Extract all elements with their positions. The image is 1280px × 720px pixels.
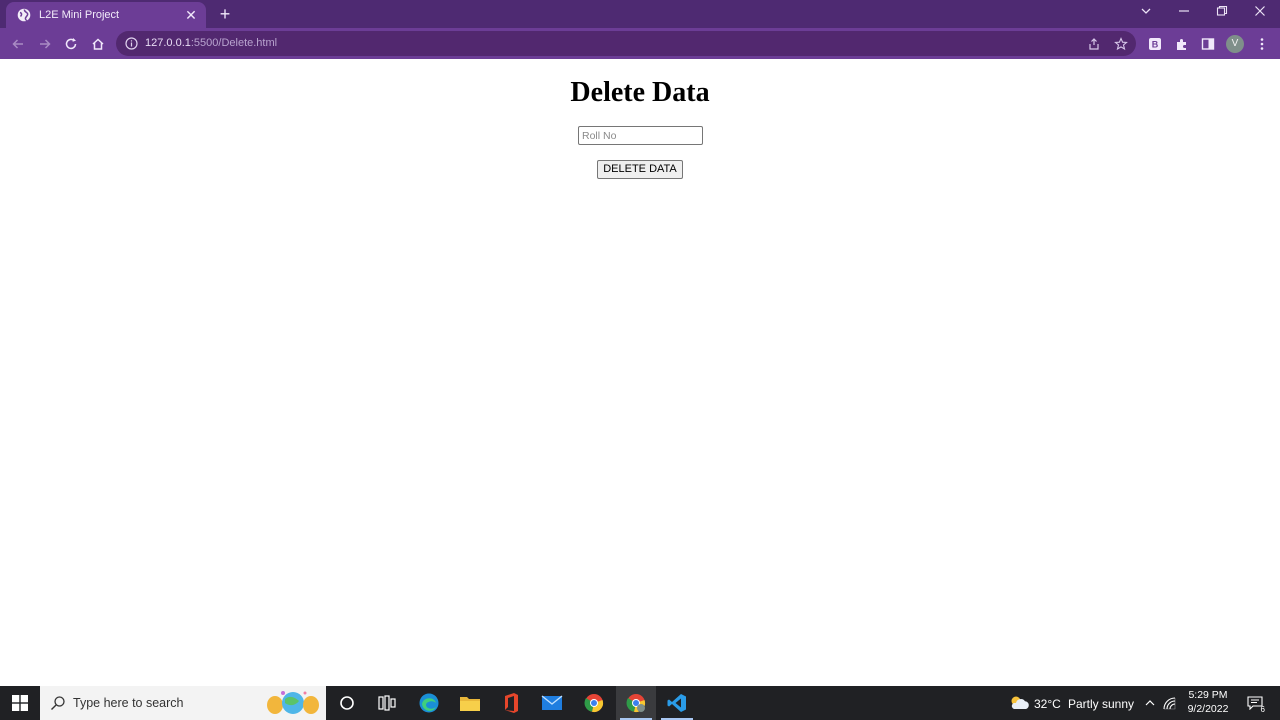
partly-sunny-weather-icon[interactable] — [1008, 695, 1030, 711]
clock-time: 5:29 PM — [1188, 689, 1228, 701]
kebab-menu-icon[interactable] — [1252, 34, 1272, 54]
vscode-icon[interactable] — [657, 686, 697, 720]
extension-b-icon[interactable]: B — [1145, 34, 1165, 54]
restore-icon[interactable] — [1210, 4, 1234, 22]
forward-icon[interactable] — [35, 34, 55, 54]
cortana-icon[interactable] — [327, 686, 367, 720]
page-title: Delete Data — [570, 77, 710, 108]
network-icon[interactable] — [1162, 695, 1178, 711]
edge-icon[interactable] — [409, 686, 449, 720]
office-icon[interactable] — [491, 686, 531, 720]
url-text: 127.0.0.1:5500/Delete.html — [145, 36, 277, 51]
info-icon[interactable] — [125, 37, 138, 50]
reload-icon[interactable] — [61, 34, 81, 54]
home-icon[interactable] — [88, 34, 108, 54]
chevron-up-icon[interactable] — [1142, 695, 1158, 711]
profile-initial: V — [1226, 35, 1244, 53]
weather-temperature[interactable]: 32°C — [1034, 697, 1061, 711]
url-host: 127.0.0.1 — [145, 37, 191, 49]
search-highlight-illustration-icon — [267, 691, 319, 714]
profile-avatar[interactable]: V — [1225, 34, 1245, 54]
mail-icon[interactable] — [532, 686, 572, 720]
url-path: :5500/Delete.html — [190, 37, 278, 49]
bookmark-star-icon[interactable] — [1113, 36, 1129, 52]
roll-no-input[interactable] — [578, 126, 703, 145]
notification-center-icon[interactable]: 6 — [1243, 686, 1267, 720]
browser-tab[interactable]: L2E Mini Project ✕ — [6, 2, 206, 28]
weather-description[interactable]: Partly sunny — [1068, 697, 1134, 711]
chrome-icon[interactable] — [574, 686, 614, 720]
windows-start-icon[interactable] — [0, 686, 40, 720]
page-viewport: Delete Data DELETE DATA — [0, 59, 1280, 686]
search-icon — [51, 696, 65, 710]
browser-toolbar: 127.0.0.1:5500/Delete.html B V — [0, 28, 1280, 59]
address-bar[interactable]: 127.0.0.1:5500/Delete.html — [116, 31, 1136, 56]
chrome-profile-icon[interactable] — [616, 686, 656, 720]
task-view-icon[interactable] — [367, 686, 407, 720]
taskbar-search-box[interactable]: Type here to search — [40, 686, 326, 720]
globe-icon — [17, 8, 31, 22]
clock-date: 9/2/2022 — [1187, 703, 1229, 715]
notification-count: 6 — [1260, 705, 1265, 714]
new-tab-icon[interactable]: + — [215, 4, 235, 24]
share-icon[interactable] — [1086, 36, 1102, 52]
svg-text:B: B — [1152, 40, 1159, 50]
delete-data-button[interactable]: DELETE DATA — [597, 160, 683, 179]
tab-search-icon[interactable] — [1134, 4, 1158, 22]
tab-title: L2E Mini Project — [39, 9, 120, 21]
close-tab-icon[interactable]: ✕ — [184, 8, 198, 22]
side-panel-icon[interactable] — [1198, 34, 1218, 54]
windows-taskbar: Type here to search 32°C Partly sunny 5:… — [0, 686, 1280, 720]
minimize-icon[interactable] — [1172, 4, 1196, 22]
extensions-puzzle-icon[interactable] — [1172, 34, 1192, 54]
back-icon[interactable] — [8, 34, 28, 54]
close-window-icon[interactable] — [1248, 4, 1272, 22]
taskbar-clock[interactable]: 5:29 PM 9/2/2022 — [1180, 688, 1236, 716]
file-explorer-icon[interactable] — [450, 686, 490, 720]
browser-tab-strip: L2E Mini Project ✕ + — [0, 0, 1280, 28]
search-placeholder: Type here to search — [73, 696, 184, 710]
